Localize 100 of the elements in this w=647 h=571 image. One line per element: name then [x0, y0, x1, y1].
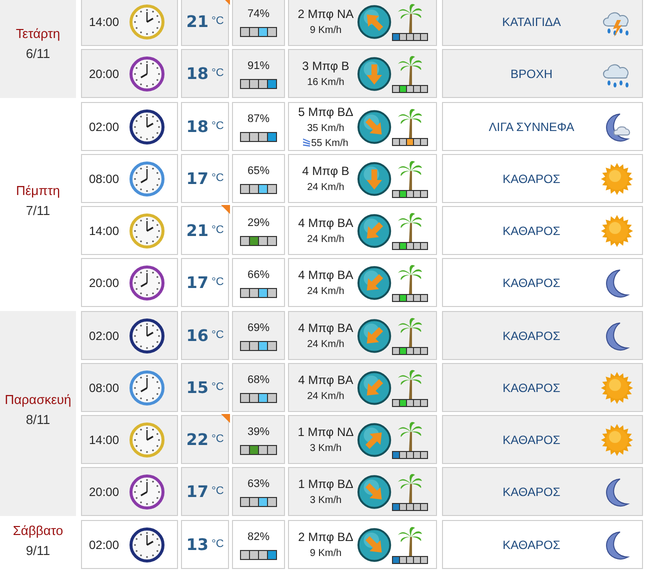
- palm-tree-icon: [397, 316, 423, 346]
- temperature-value: 21: [186, 220, 208, 242]
- humidity-text: 29%: [247, 216, 270, 232]
- wind-speed-text: 24 Km/h: [307, 181, 344, 195]
- wind-force-text: 5 Μπφ ΒΔ: [298, 104, 354, 120]
- day-name: Σάββατο: [12, 522, 64, 540]
- wind-speed-text: 9 Km/h: [310, 547, 342, 561]
- wind-force-text: 1 Μπφ ΒΔ: [298, 476, 354, 493]
- temperature-value: 16: [186, 324, 208, 346]
- humidity-text: 68%: [247, 373, 270, 388]
- condition-text: ΒΡΟΧΗ: [509, 66, 554, 82]
- day-date: 6/11: [26, 44, 50, 62]
- condition-text: ΚΑΘΑΡΟΣ: [502, 222, 562, 240]
- temperature-value: 17: [186, 168, 208, 190]
- wind-force-text: 3 Μπφ Β: [302, 58, 350, 75]
- time-text: 14:00: [89, 432, 120, 448]
- wind-speed-text: 24 Km/h: [307, 390, 344, 404]
- time-text: 14:00: [89, 222, 120, 240]
- temperature-unit: °C: [211, 66, 224, 82]
- wind-force-text: 4 Μπφ ΒΑ: [298, 320, 354, 337]
- temperature-unit: °C: [211, 223, 224, 238]
- palm-tree-icon: [397, 368, 423, 398]
- wind-speed-text: 3 Km/h: [310, 494, 342, 508]
- humidity-text: 87%: [247, 112, 270, 128]
- wind-force-text: 4 Μπφ ΒΑ: [298, 267, 354, 284]
- temperature-unit: °C: [211, 275, 224, 290]
- temperature-unit: °C: [211, 484, 224, 500]
- humidity-text: 66%: [247, 268, 270, 284]
- wind-speed-text: 9 Km/h: [310, 24, 342, 38]
- palm-tree-icon: [397, 212, 423, 242]
- palm-tree-icon: [397, 472, 423, 502]
- day-name: Παρασκευή: [4, 391, 72, 409]
- wind-force-text: 4 Μπφ Β: [302, 163, 350, 180]
- palm-tree-icon: [397, 54, 423, 84]
- palm-tree-icon: [397, 108, 423, 138]
- day-date: 8/11: [26, 410, 50, 428]
- temperature-unit: °C: [211, 328, 224, 344]
- temperature-unit: °C: [211, 537, 224, 552]
- time-text: 20:00: [89, 274, 120, 292]
- wind-speed-text: 24 Km/h: [307, 338, 344, 352]
- humidity-text: 39%: [247, 425, 270, 440]
- humidity-text: 69%: [247, 321, 270, 336]
- day-date: 7/11: [26, 202, 50, 220]
- wind-force-text: 1 Μπφ ΝΔ: [298, 424, 354, 441]
- sun-icon: [600, 370, 634, 404]
- temperature-unit: °C: [211, 380, 224, 396]
- temperature-value: 17: [186, 272, 208, 294]
- sun-icon: [600, 214, 634, 248]
- temperature-value: 22: [186, 428, 208, 450]
- humidity-text: 91%: [247, 59, 270, 74]
- wind-speed-text: 24 Km/h: [307, 285, 344, 299]
- palm-tree-icon: [397, 526, 423, 556]
- condition-text: ΚΑΘΑΡΟΣ: [502, 170, 562, 188]
- palm-tree-icon: [397, 160, 423, 190]
- time-text: 02:00: [89, 118, 120, 136]
- wind-force-text: 2 Μπφ ΒΔ: [298, 529, 354, 546]
- temperature-value: 18: [186, 116, 208, 138]
- time-text: 08:00: [89, 170, 120, 188]
- condition-text: ΛΙΓΑ ΣΥΝΝΕΦΑ: [488, 118, 576, 136]
- humidity-text: 74%: [247, 7, 270, 22]
- wind-speed-text: 3 Km/h: [310, 442, 342, 456]
- gust-icon: [303, 138, 312, 148]
- day-name: Πέμπτη: [16, 182, 60, 200]
- day-date: 9/11: [26, 542, 50, 560]
- condition-text: ΚΑΘΑΡΟΣ: [502, 380, 562, 396]
- condition-text: ΚΑΘΑΡΟΣ: [502, 432, 562, 448]
- wind-gust-text: 55 Km/h: [311, 136, 348, 150]
- humidity-text: 82%: [247, 530, 270, 546]
- temperature-unit: °C: [211, 432, 224, 448]
- humidity-text: 63%: [247, 477, 270, 492]
- wind-force-text: 4 Μπφ ΒΑ: [298, 215, 354, 232]
- temperature-unit: °C: [211, 119, 224, 134]
- temperature-value: 18: [186, 62, 208, 84]
- time-text: 20:00: [89, 484, 120, 500]
- condition-text: ΚΑΘΑΡΟΣ: [502, 274, 562, 292]
- wind-force-text: 2 Μπφ ΝΑ: [298, 6, 354, 23]
- wind-speed-text: 24 Km/h: [307, 233, 344, 247]
- time-text: 14:00: [89, 14, 120, 30]
- wind-speed-text: 16 Km/h: [307, 76, 344, 90]
- wind-force-text: 4 Μπφ ΒΑ: [298, 372, 354, 389]
- temperature-value: 15: [186, 376, 208, 398]
- day-name: Τετάρτη: [16, 25, 60, 43]
- condition-text: ΚΑΘΑΡΟΣ: [502, 536, 562, 554]
- wind-speed-text: 35 Km/h: [307, 122, 344, 136]
- humidity-text: 65%: [247, 164, 270, 180]
- time-text: 02:00: [89, 328, 120, 344]
- sun-icon: [600, 162, 634, 196]
- temperature-value: 17: [186, 480, 208, 502]
- temperature-unit: °C: [211, 171, 224, 186]
- temperature-value: 21: [186, 10, 208, 32]
- palm-tree-icon: [397, 420, 423, 450]
- time-text: 08:00: [89, 380, 120, 396]
- condition-text: ΚΑΤΑΙΓΙΔΑ: [501, 14, 562, 30]
- temperature-value: 13: [186, 534, 208, 556]
- palm-tree-icon: [397, 2, 423, 32]
- condition-text: ΚΑΘΑΡΟΣ: [502, 484, 562, 500]
- sun-icon: [600, 422, 634, 456]
- palm-tree-icon: [397, 264, 423, 294]
- condition-text: ΚΑΘΑΡΟΣ: [502, 328, 562, 344]
- temperature-unit: °C: [211, 14, 224, 30]
